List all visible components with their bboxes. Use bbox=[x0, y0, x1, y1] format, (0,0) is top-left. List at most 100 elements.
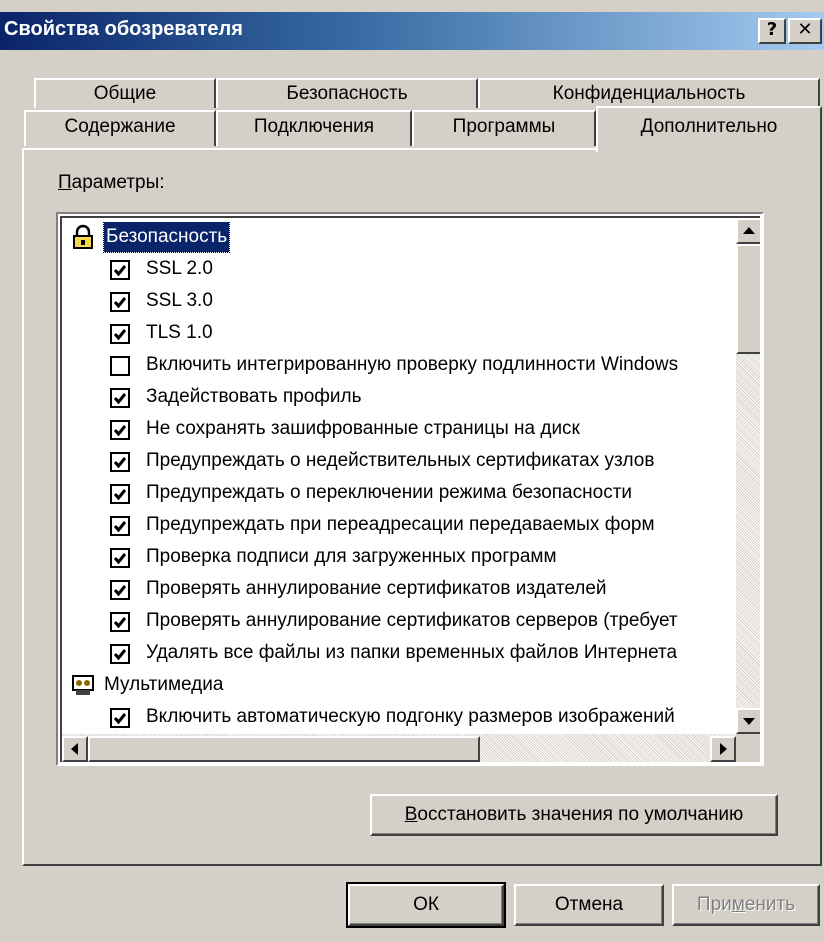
settings-list-inner: Безопасность SSL 2.0 SSL 3.0 TLS 1.0 Включит… bbox=[60, 216, 760, 762]
restore-defaults-button[interactable]: Восстановить значения по умолчанию bbox=[370, 794, 778, 836]
scrollbar-corner bbox=[736, 734, 760, 762]
settings-option[interactable]: Проверять аннулирование сертификатов сер… bbox=[62, 606, 736, 636]
settings-group-label: Мультимедиа bbox=[104, 674, 224, 695]
tab-connections[interactable]: Подключения bbox=[216, 110, 412, 146]
checkmark-icon bbox=[113, 425, 127, 437]
tab-programs[interactable]: Программы bbox=[412, 110, 596, 146]
option-label: Проверять аннулирование сертификатов изд… bbox=[146, 578, 607, 599]
settings-list[interactable]: Безопасность SSL 2.0 SSL 3.0 TLS 1.0 Включит… bbox=[56, 212, 764, 766]
option-checkbox[interactable] bbox=[110, 580, 130, 600]
option-label: Проверка подписи для загруженных програм… bbox=[146, 546, 557, 567]
parameters-label-accel: П bbox=[58, 172, 72, 193]
settings-option[interactable]: Предупреждать при переадресации передава… bbox=[62, 510, 736, 540]
close-button[interactable]: ✕ bbox=[788, 18, 822, 44]
arrow-right-icon bbox=[720, 743, 727, 755]
settings-option[interactable]: Проверять аннулирование сертификатов изд… bbox=[62, 574, 736, 604]
option-label: Включить автоматическую подгонку размеро… bbox=[146, 706, 675, 727]
option-checkbox[interactable] bbox=[110, 356, 130, 376]
settings-group[interactable]: Мультимедиа bbox=[62, 670, 736, 700]
multimedia-icon bbox=[72, 675, 94, 695]
restore-defaults-label: осстановить значения по умолчанию bbox=[417, 804, 744, 825]
checkmark-icon bbox=[113, 617, 127, 629]
scroll-right-button[interactable] bbox=[710, 736, 736, 762]
scroll-left-button[interactable] bbox=[62, 736, 88, 762]
option-checkbox[interactable] bbox=[110, 260, 130, 280]
settings-option[interactable]: TLS 1.0 bbox=[62, 318, 736, 348]
settings-option[interactable]: Включить интегрированную проверку подлин… bbox=[62, 350, 736, 380]
settings-group[interactable]: Безопасность bbox=[62, 222, 736, 253]
arrow-down-icon bbox=[743, 718, 755, 725]
apply-button[interactable]: Применить bbox=[672, 884, 820, 926]
checkmark-icon bbox=[113, 713, 127, 725]
option-label: Предупреждать при переадресации передава… bbox=[146, 514, 655, 535]
option-label: SSL 2.0 bbox=[146, 258, 213, 279]
option-checkbox[interactable] bbox=[110, 292, 130, 312]
option-checkbox[interactable] bbox=[110, 484, 130, 504]
checkmark-icon bbox=[113, 489, 127, 501]
checkmark-icon bbox=[113, 457, 127, 469]
scroll-up-button[interactable] bbox=[736, 218, 760, 244]
option-checkbox[interactable] bbox=[110, 708, 130, 728]
vertical-scrollbar[interactable] bbox=[736, 218, 760, 734]
settings-option[interactable]: SSL 2.0 bbox=[62, 254, 736, 284]
option-label: SSL 3.0 bbox=[146, 290, 213, 311]
parameters-label: Параметры: bbox=[58, 172, 165, 194]
option-checkbox[interactable] bbox=[110, 420, 130, 440]
checkmark-icon bbox=[113, 521, 127, 533]
title-bar[interactable]: Свойства обозревателя ? ✕ bbox=[0, 12, 824, 50]
option-label: Включить интегрированную проверку подлин… bbox=[146, 354, 679, 375]
option-checkbox[interactable] bbox=[110, 324, 130, 344]
horizontal-scroll-thumb[interactable] bbox=[88, 736, 480, 762]
option-label: TLS 1.0 bbox=[146, 322, 213, 343]
apply-label-b: енить bbox=[744, 894, 796, 915]
option-checkbox[interactable] bbox=[110, 388, 130, 408]
option-checkbox[interactable] bbox=[110, 612, 130, 632]
settings-group-label: Безопасность bbox=[102, 222, 231, 253]
window-title: Свойства обозревателя bbox=[4, 18, 243, 40]
checkmark-icon bbox=[113, 585, 127, 597]
tab-privacy[interactable]: Конфиденциальность bbox=[478, 78, 820, 108]
horizontal-scrollbar[interactable] bbox=[62, 734, 736, 762]
lock-icon bbox=[73, 224, 93, 249]
option-label: Не сохранять зашифрованные страницы на д… bbox=[146, 418, 580, 439]
settings-option[interactable]: Предупреждать о переключении режима безо… bbox=[62, 478, 736, 508]
restore-defaults-accel: В bbox=[404, 804, 418, 825]
option-checkbox[interactable] bbox=[110, 516, 130, 536]
settings-option[interactable]: Проверка подписи для загруженных програм… bbox=[62, 542, 736, 572]
option-checkbox[interactable] bbox=[110, 644, 130, 664]
option-checkbox[interactable] bbox=[110, 548, 130, 568]
settings-option[interactable]: Удалять все файлы из папки временных фай… bbox=[62, 638, 736, 668]
help-button[interactable]: ? bbox=[758, 18, 786, 44]
vertical-scroll-thumb[interactable] bbox=[736, 244, 760, 354]
parameters-label-text: араметры: bbox=[71, 172, 165, 193]
apply-label-accel: м bbox=[731, 894, 745, 915]
tab-content[interactable]: Содержание bbox=[24, 110, 216, 146]
option-label: Задействовать профиль bbox=[146, 386, 362, 407]
option-checkbox[interactable] bbox=[110, 452, 130, 472]
option-label: Удалять все файлы из папки временных фай… bbox=[146, 642, 678, 663]
checkmark-icon bbox=[113, 393, 127, 405]
internet-options-dialog: Свойства обозревателя ? ✕ Общие Безопасн… bbox=[0, 0, 824, 942]
option-label: Проверять аннулирование сертификатов сер… bbox=[146, 610, 678, 631]
checkmark-icon bbox=[113, 553, 127, 565]
tab-general[interactable]: Общие bbox=[34, 78, 216, 108]
arrow-left-icon bbox=[71, 743, 78, 755]
tab-advanced[interactable]: Дополнительно bbox=[596, 106, 822, 152]
settings-items: Безопасность SSL 2.0 SSL 3.0 TLS 1.0 Включит… bbox=[62, 222, 736, 734]
option-label: Предупреждать о недействительных сертифи… bbox=[146, 450, 655, 471]
settings-option[interactable]: Не сохранять зашифрованные страницы на д… bbox=[62, 414, 736, 444]
settings-option[interactable]: Задействовать профиль bbox=[62, 382, 736, 412]
settings-option[interactable]: Включить автоматическую подгонку размеро… bbox=[62, 702, 736, 732]
checkmark-icon bbox=[113, 297, 127, 309]
arrow-up-icon bbox=[743, 227, 755, 234]
ok-button[interactable]: ОК bbox=[346, 882, 506, 928]
checkmark-icon bbox=[113, 265, 127, 277]
settings-option[interactable]: Предупреждать о недействительных сертифи… bbox=[62, 446, 736, 476]
apply-label-a: При bbox=[696, 894, 732, 915]
checkmark-icon bbox=[113, 329, 127, 341]
option-label: Предупреждать о переключении режима безо… bbox=[146, 482, 633, 503]
cancel-button[interactable]: Отмена bbox=[514, 884, 664, 926]
tab-security[interactable]: Безопасность bbox=[216, 78, 478, 108]
settings-option[interactable]: SSL 3.0 bbox=[62, 286, 736, 316]
scroll-down-button[interactable] bbox=[736, 708, 760, 734]
